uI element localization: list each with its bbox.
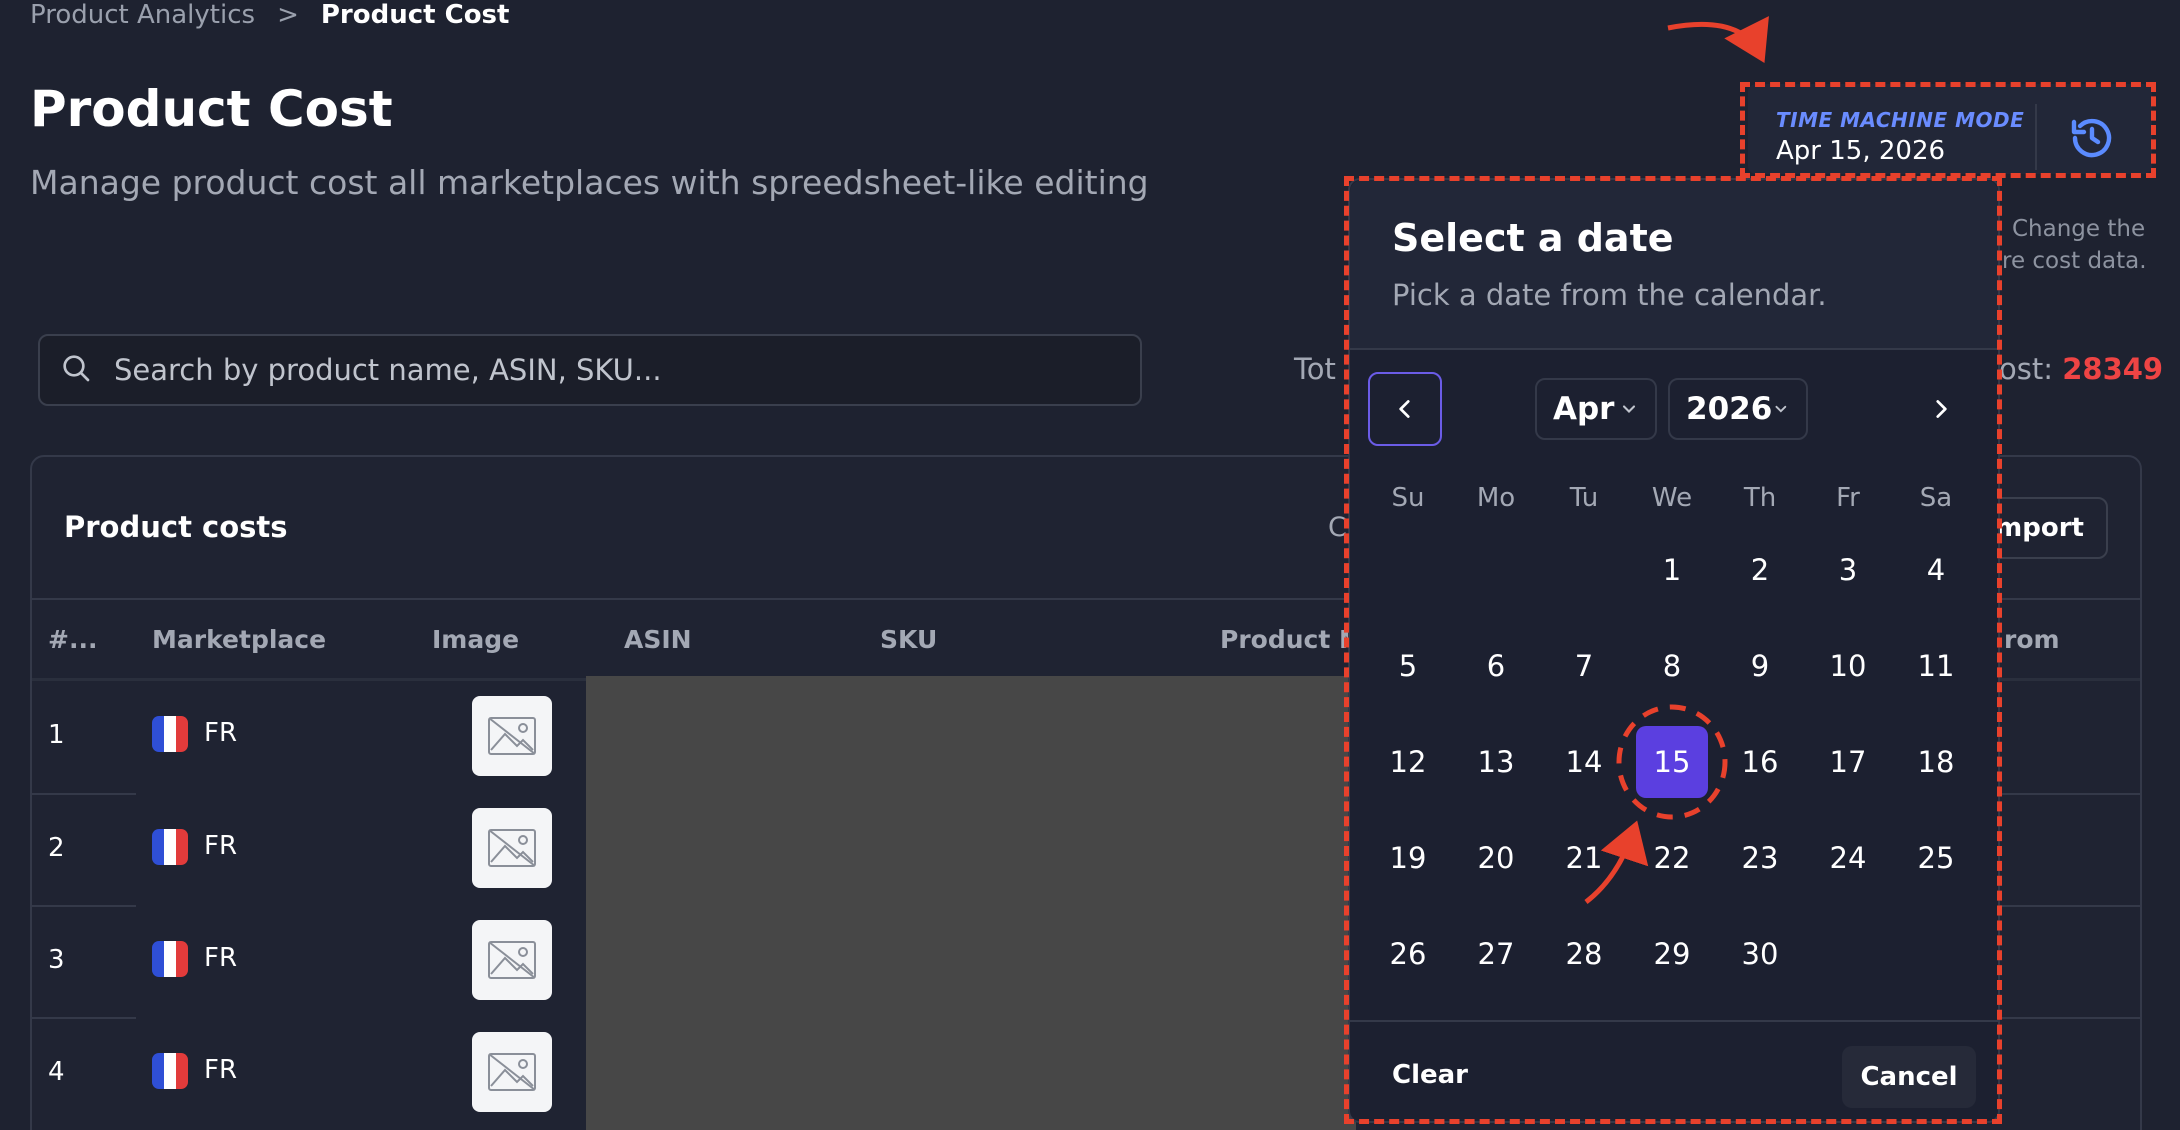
total-cost-value: 28349 <box>2062 352 2164 386</box>
breadcrumb-parent-link[interactable]: Product Analytics <box>30 0 255 30</box>
row-index: 4 <box>48 1057 65 1087</box>
column-header-from[interactable]: rom <box>2004 625 2060 654</box>
annotation-highlight-time-machine <box>1740 82 2156 178</box>
row-divider <box>32 1017 136 1019</box>
marketplace-code: FR <box>204 943 238 973</box>
product-image-placeholder-icon[interactable] <box>472 920 552 1000</box>
column-header-image[interactable]: Image <box>432 625 519 654</box>
time-machine-hint-line2: re cost data. <box>2002 248 2147 274</box>
breadcrumb: Product Analytics > Product Cost <box>30 0 509 30</box>
row-index: 1 <box>48 720 65 750</box>
product-image-placeholder-icon[interactable] <box>472 808 552 888</box>
marketplace-code: FR <box>204 1055 238 1085</box>
column-header-marketplace[interactable]: Marketplace <box>152 625 326 654</box>
row-divider <box>32 905 136 907</box>
page-subtitle: Manage product cost all marketplaces wit… <box>30 163 1149 202</box>
column-header-asin[interactable]: ASIN <box>624 625 692 654</box>
import-button[interactable]: Import <box>1986 497 2108 559</box>
page-title: Product Cost <box>30 80 393 138</box>
row-divider <box>1998 793 2140 795</box>
search-icon <box>60 352 92 388</box>
card-title: Product costs <box>64 510 288 544</box>
search-box[interactable] <box>38 334 1142 406</box>
row-divider <box>32 793 136 795</box>
breadcrumb-current: Product Cost <box>320 0 510 30</box>
annotation-arrow-time-machine <box>1667 15 1769 63</box>
search-input[interactable] <box>114 353 1074 387</box>
flag-fr-icon <box>152 829 188 865</box>
total-cost-label-text: ost: <box>1999 352 2063 386</box>
product-image-placeholder-icon[interactable] <box>472 696 552 776</box>
total-label: Tot <box>1294 352 1336 386</box>
flag-fr-icon <box>152 716 188 752</box>
row-index: 2 <box>48 833 65 863</box>
row-index: 3 <box>48 945 65 975</box>
breadcrumb-separator: > <box>277 0 299 30</box>
marketplace-code: FR <box>204 718 238 748</box>
flag-fr-icon <box>152 1053 188 1089</box>
flag-fr-icon <box>152 941 188 977</box>
row-divider <box>1998 1017 2140 1019</box>
column-header-sku[interactable]: SKU <box>880 625 937 654</box>
column-header-product-name[interactable]: Product N <box>1220 625 1360 654</box>
marketplace-code: FR <box>204 831 238 861</box>
column-header-index[interactable]: #... <box>48 625 97 654</box>
product-image-placeholder-icon[interactable] <box>472 1032 552 1112</box>
total-cost-label: ost: 28349 <box>1999 352 2163 386</box>
row-divider <box>1998 905 2140 907</box>
time-machine-hint-line1: Change the <box>2012 216 2146 242</box>
redacted-area <box>586 676 1356 1130</box>
annotation-highlight-date-picker <box>1344 176 2002 1124</box>
